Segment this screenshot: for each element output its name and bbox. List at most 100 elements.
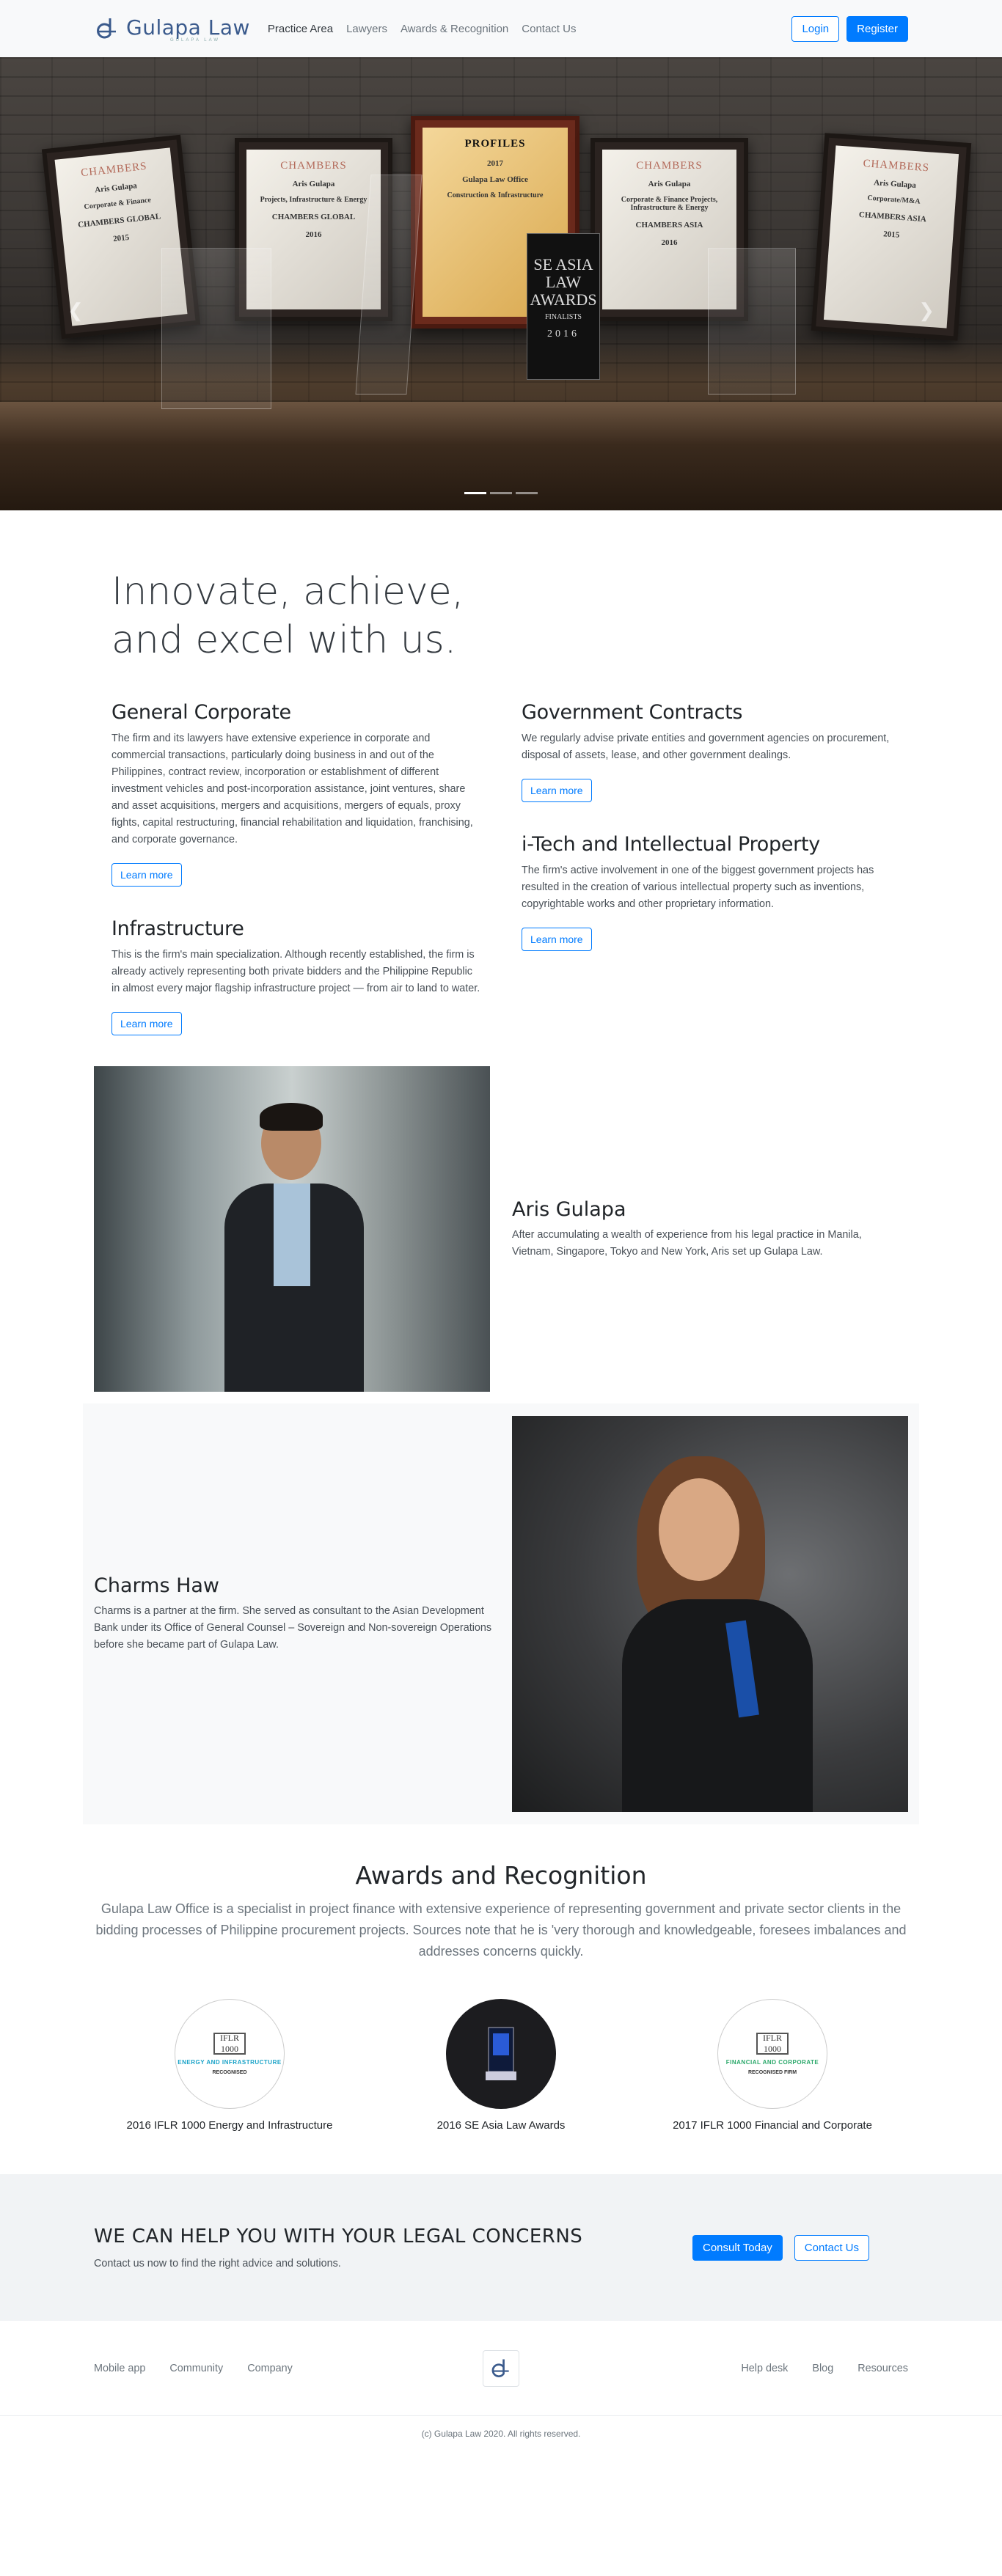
practice-area-title: i-Tech and Intellectual Property xyxy=(522,833,820,856)
plaque-year: 2016 xyxy=(661,238,678,247)
plaque-line: Construction & Infrastructure xyxy=(447,191,544,199)
contact-us-button[interactable]: Contact Us xyxy=(794,2234,869,2261)
footer-links-right: Help desk Blog Resources xyxy=(600,2363,908,2374)
plaque-title: CHAMBERS xyxy=(280,160,347,172)
badge-line: ENERGY AND INFRASTRUCTURE xyxy=(178,2058,282,2066)
nav-link-contact[interactable]: Contact Us xyxy=(522,23,576,35)
award-item: IFLR 1000 ENERGY AND INFRASTRUCTURE RECO… xyxy=(105,1999,354,2132)
intro-title: Innovate, achieve, and excel with us. xyxy=(111,570,464,662)
footer-link-resources[interactable]: Resources xyxy=(857,2363,908,2374)
footer-links-left: Mobile app Community Company xyxy=(94,2363,402,2374)
lawyer-feature-charms: Charms Haw Charms is a partner at the fi… xyxy=(83,1403,919,1824)
carousel-indicator[interactable] xyxy=(490,492,512,494)
lawyer-feature-aris: Aris Gulapa After accumulating a wealth … xyxy=(94,1066,908,1392)
practice-area-general-corporate: General Corporate The firm and its lawye… xyxy=(111,701,480,887)
footer-logo[interactable] xyxy=(483,2349,519,2387)
plaque-footer: CHAMBERS ASIA xyxy=(635,221,703,230)
footer-link-mobile-app[interactable]: Mobile app xyxy=(94,2363,145,2374)
trophy-year: 2016 xyxy=(547,329,579,340)
plaque-year: 2017 xyxy=(487,159,503,168)
carousel-indicator[interactable] xyxy=(516,492,538,494)
practice-areas-left: General Corporate The firm and its lawye… xyxy=(111,701,480,1066)
brand-mark-icon xyxy=(97,18,116,39)
footer-link-community[interactable]: Community xyxy=(169,2363,223,2374)
iflr-badge-icon: IFLR 1000 FINANCIAL AND CORPORATE RECOGN… xyxy=(717,1999,827,2109)
practice-area-body: We regularly advise private entities and… xyxy=(522,733,890,761)
practice-areas-section: Innovate, achieve, and excel with us. Ge… xyxy=(0,510,1002,1066)
plaque-footer: CHAMBERS GLOBAL xyxy=(271,213,356,221)
plaque-year: 2015 xyxy=(882,230,900,240)
awards-list: IFLR 1000 ENERGY AND INFRASTRUCTURE RECO… xyxy=(94,1999,908,2132)
trophy-icon xyxy=(486,2027,516,2080)
lawyer-name: Charms Haw xyxy=(94,1574,220,1597)
chevron-left-icon[interactable]: ❮ xyxy=(67,299,84,322)
practice-area-body: The firm and its lawyers have extensive … xyxy=(111,733,473,845)
nav-link-awards[interactable]: Awards & Recognition xyxy=(401,23,508,35)
practice-area-government-contracts: Government Contracts We regularly advise… xyxy=(522,701,891,802)
plaque-year: 2016 xyxy=(305,230,322,239)
navbar: Gulapa Law GULAPA LAW Practice Area Lawy… xyxy=(0,0,1002,57)
award-item: IFLR 1000 FINANCIAL AND CORPORATE RECOGN… xyxy=(648,1999,897,2132)
badge-sub: RECOGNISED FIRM xyxy=(747,2069,797,2075)
learn-more-button[interactable]: Learn more xyxy=(111,863,182,887)
trophy-award: SE ASIA LAW AWARDS FINALISTS 2016 xyxy=(527,233,600,380)
lawyer-hair xyxy=(260,1103,323,1131)
brand-tagline: GULAPA LAW xyxy=(170,37,221,43)
plaque-title: CHAMBERS xyxy=(636,160,703,172)
nav-link-practice-area[interactable]: Practice Area xyxy=(268,23,333,35)
footer-link-blog[interactable]: Blog xyxy=(812,2363,833,2374)
carousel-indicators xyxy=(464,492,538,494)
practice-area-title: Infrastructure xyxy=(111,917,244,940)
practice-area-itech-ip: i-Tech and Intellectual Property The fir… xyxy=(522,833,891,951)
practice-area-infrastructure: Infrastructure This is the firm's main s… xyxy=(111,917,480,1035)
login-button[interactable]: Login xyxy=(791,15,840,42)
chevron-right-icon[interactable]: ❯ xyxy=(918,299,935,322)
plaque-title: CHAMBERS xyxy=(80,160,148,180)
awards-lead: Gulapa Law Office is a specialist in pro… xyxy=(95,1901,907,1959)
footer-link-company[interactable]: Company xyxy=(247,2363,293,2374)
practice-area-body: The firm's active involvement in one of … xyxy=(522,865,874,910)
cta-title: WE CAN HELP YOU WITH YOUR LEGAL CONCERNS xyxy=(94,2225,583,2247)
lawyer-photo xyxy=(512,1416,908,1812)
trophy-badge-icon xyxy=(446,1999,556,2109)
plaque-title: PROFILES xyxy=(464,138,526,150)
learn-more-button[interactable]: Learn more xyxy=(522,779,592,802)
nav-link-lawyers[interactable]: Lawyers xyxy=(346,23,387,35)
badge-line: FINANCIAL AND CORPORATE xyxy=(725,2058,819,2066)
award-item: 2016 SE Asia Law Awards xyxy=(376,1999,626,2132)
plaque-name: Aris Gulapa xyxy=(292,180,335,188)
practice-area-body: This is the firm's main specialization. … xyxy=(111,949,480,994)
plaque-footer: CHAMBERS GLOBAL xyxy=(77,212,161,230)
cta-section: WE CAN HELP YOU WITH YOUR LEGAL CONCERNS… xyxy=(0,2174,1002,2321)
footer-link-help-desk[interactable]: Help desk xyxy=(741,2363,788,2374)
lawyer-info: Aris Gulapa After accumulating a wealth … xyxy=(490,1198,886,1261)
trophy-title: SE ASIA LAW AWARDS xyxy=(530,255,597,309)
lawyer-bio: After accumulating a wealth of experienc… xyxy=(512,1228,862,1258)
trophy-sub: FINALISTS xyxy=(544,313,582,321)
consult-today-button[interactable]: Consult Today xyxy=(692,2234,783,2261)
register-button[interactable]: Register xyxy=(846,15,908,42)
brand-logo[interactable]: Gulapa Law GULAPA LAW xyxy=(94,15,250,43)
brand-name: Gulapa Law xyxy=(126,15,250,40)
lawyer-info: Charms Haw Charms is a partner at the fi… xyxy=(94,1574,512,1654)
award-caption: 2017 IFLR 1000 Financial and Corporate xyxy=(673,2119,872,2132)
cta-subtitle: Contact us now to find the right advice … xyxy=(94,2258,341,2269)
learn-more-button[interactable]: Learn more xyxy=(522,928,592,951)
plaque-title: CHAMBERS xyxy=(863,158,930,175)
carousel-indicator[interactable] xyxy=(464,492,486,494)
award-plaque: CHAMBERS Aris Gulapa Corporate/M&A CHAMB… xyxy=(811,133,972,341)
lawyer-bio: Charms is a partner at the firm. She ser… xyxy=(94,1605,492,1651)
lawyer-name: Aris Gulapa xyxy=(512,1197,626,1221)
iflr-badge-icon: IFLR 1000 ENERGY AND INFRASTRUCTURE RECO… xyxy=(175,1999,285,2109)
plaque-line: Corporate & Finance Projects, Infrastruc… xyxy=(621,196,718,212)
badge-logo: IFLR 1000 xyxy=(213,2032,246,2055)
award-caption: 2016 IFLR 1000 Energy and Infrastructure xyxy=(126,2119,333,2132)
plaque-line: Corporate/M&A xyxy=(867,194,921,206)
lawyer-blazer xyxy=(622,1599,813,1812)
lawyer-head xyxy=(659,1478,739,1581)
lawyer-photo xyxy=(94,1066,490,1392)
plaque-name: Gulapa Law Office xyxy=(462,175,528,184)
practice-areas: General Corporate The firm and its lawye… xyxy=(111,701,891,1066)
lawyer-shirt xyxy=(274,1184,310,1286)
learn-more-button[interactable]: Learn more xyxy=(111,1012,182,1035)
